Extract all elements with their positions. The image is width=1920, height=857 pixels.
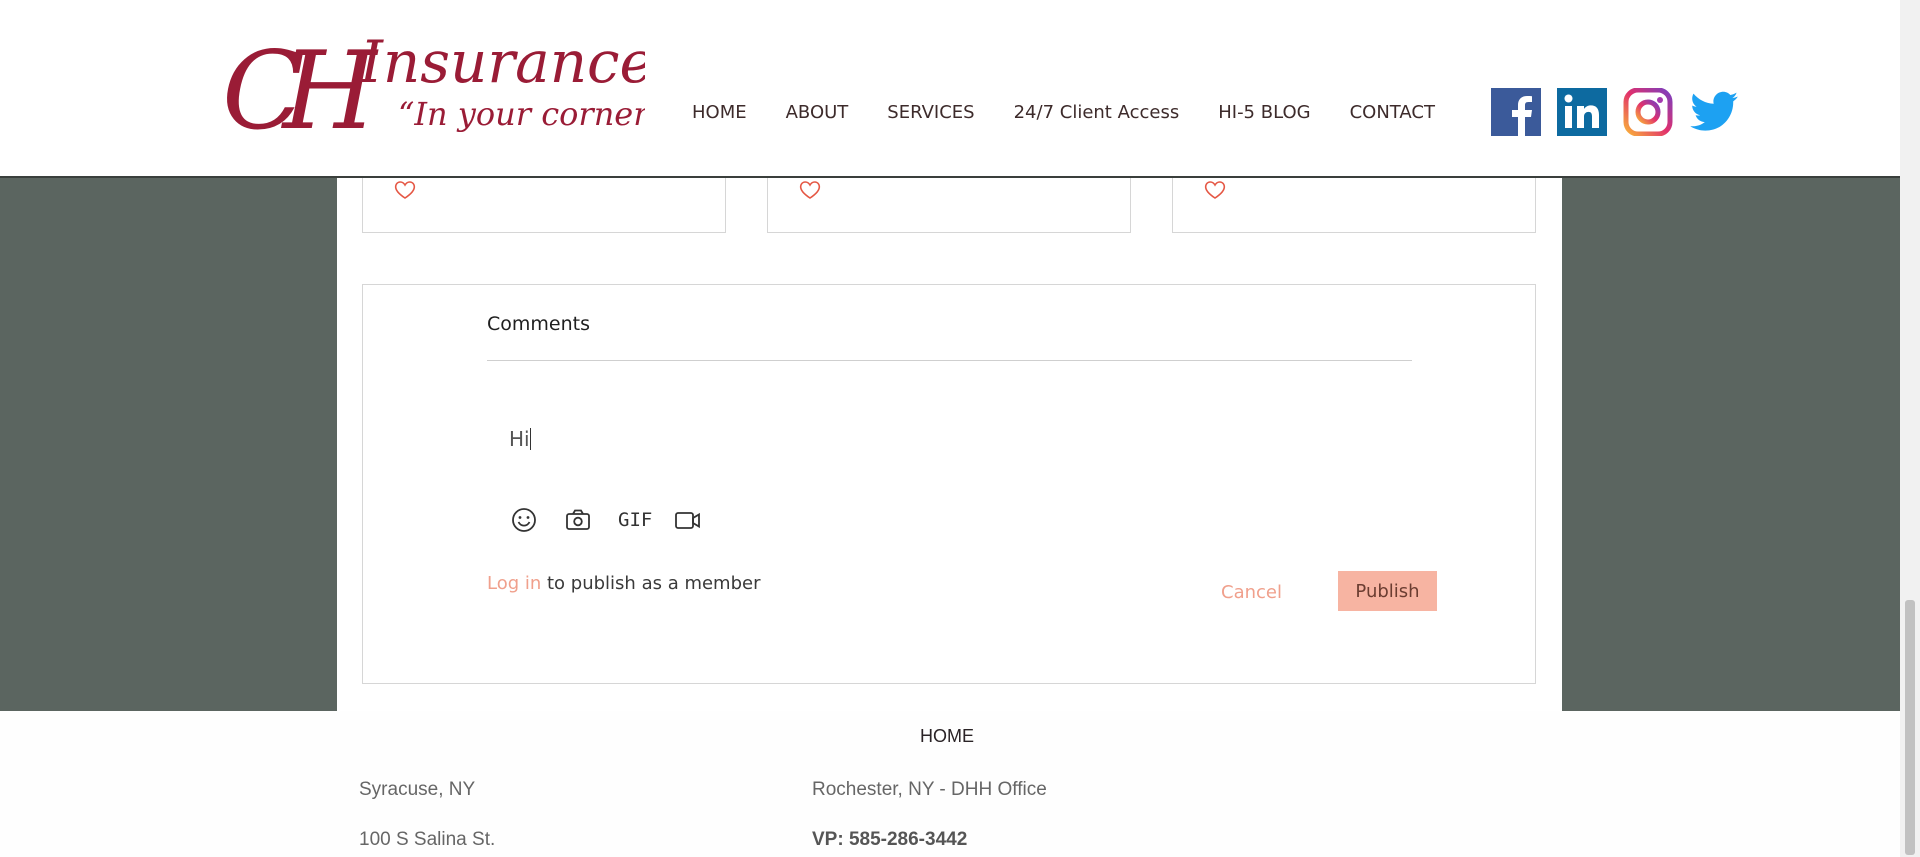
heart-icon[interactable] xyxy=(798,178,822,202)
site-footer: HOME Syracuse, NY 100 S Salina St. Roche… xyxy=(0,711,1900,857)
main-nav: HOME ABOUT SERVICES 24/7 Client Access H… xyxy=(692,100,1474,126)
vertical-scrollbar[interactable] xyxy=(1900,0,1920,857)
instagram-icon[interactable] xyxy=(1623,88,1673,136)
login-prompt-suffix: to publish as a member xyxy=(541,573,761,594)
nav-services[interactable]: SERVICES xyxy=(887,100,974,126)
linkedin-icon[interactable] xyxy=(1557,88,1607,136)
twitter-icon[interactable] xyxy=(1689,88,1739,136)
nav-about[interactable]: ABOUT xyxy=(786,100,849,126)
video-icon[interactable] xyxy=(674,506,702,534)
logo-name: Insurance xyxy=(359,28,645,96)
related-post-card[interactable] xyxy=(362,178,726,233)
comments-section: Comments Hi GIF Log in to publish as a m… xyxy=(362,284,1536,684)
facebook-icon[interactable] xyxy=(1491,88,1541,136)
ch-insurance-logo[interactable]: CH Insurance “In your corner” xyxy=(220,10,645,145)
emoji-icon[interactable] xyxy=(510,506,538,534)
logo-tagline: “In your corner” xyxy=(398,95,645,133)
comment-input-value: Hi xyxy=(509,427,530,451)
site-header: CH Insurance “In your corner” HOME ABOUT… xyxy=(0,0,1900,178)
social-links xyxy=(1491,88,1755,136)
login-link[interactable]: Log in xyxy=(487,573,541,594)
nav-client-access[interactable]: 24/7 Client Access xyxy=(1014,100,1180,126)
camera-icon[interactable] xyxy=(564,506,592,534)
login-prompt: Log in to publish as a member xyxy=(487,573,761,594)
footer-home-link[interactable]: HOME xyxy=(920,726,974,747)
logo-monogram: CH xyxy=(222,29,379,145)
nav-home[interactable]: HOME xyxy=(692,100,747,126)
scrollbar-thumb[interactable] xyxy=(1905,600,1915,855)
related-post-card[interactable] xyxy=(1172,178,1536,233)
publish-button[interactable]: Publish xyxy=(1338,571,1437,611)
post-content: Comments Hi GIF Log in to publish as a m… xyxy=(337,178,1562,711)
cancel-button[interactable]: Cancel xyxy=(1221,582,1282,603)
comments-title: Comments xyxy=(487,313,590,335)
footer-syracuse-city: Syracuse, NY xyxy=(359,779,476,800)
heart-icon[interactable] xyxy=(1203,178,1227,202)
footer-syracuse-address: 100 S Salina St. xyxy=(359,829,496,850)
nav-blog[interactable]: HI-5 BLOG xyxy=(1218,100,1310,126)
nav-contact[interactable]: CONTACT xyxy=(1350,100,1435,126)
comments-divider xyxy=(487,360,1412,361)
heart-icon[interactable] xyxy=(393,178,417,202)
gif-button[interactable]: GIF xyxy=(618,509,652,537)
comment-input[interactable]: Hi xyxy=(509,427,531,451)
footer-rochester-city: Rochester, NY - DHH Office xyxy=(812,779,1047,800)
related-post-card[interactable] xyxy=(767,178,1131,233)
footer-rochester-phone[interactable]: VP: 585-286-3442 xyxy=(812,829,967,851)
text-caret xyxy=(529,428,531,450)
